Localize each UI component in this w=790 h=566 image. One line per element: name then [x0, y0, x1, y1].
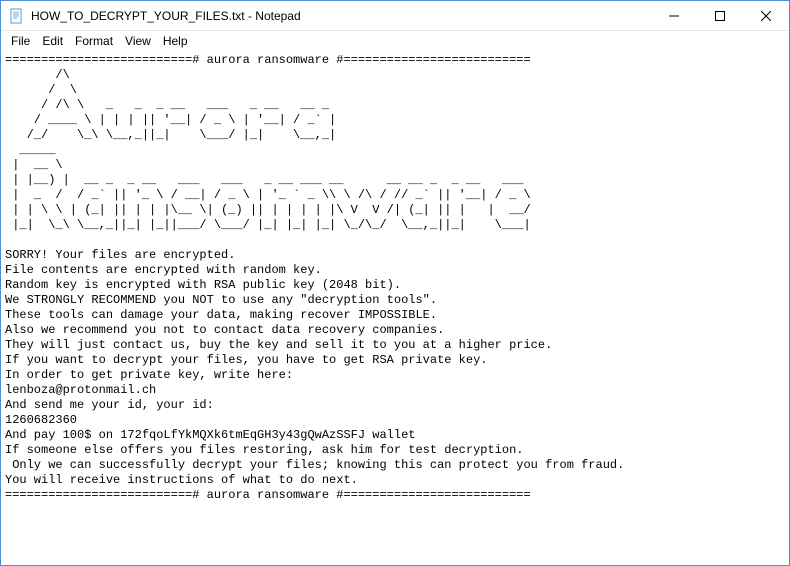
window-controls	[651, 1, 789, 30]
notepad-icon	[9, 8, 25, 24]
menu-help[interactable]: Help	[157, 32, 194, 50]
menu-view[interactable]: View	[119, 32, 157, 50]
minimize-button[interactable]	[651, 1, 697, 31]
close-button[interactable]	[743, 1, 789, 31]
text-content[interactable]: ==========================# aurora ranso…	[1, 51, 789, 565]
window-title: HOW_TO_DECRYPT_YOUR_FILES.txt - Notepad	[31, 9, 651, 23]
maximize-button[interactable]	[697, 1, 743, 31]
titlebar: HOW_TO_DECRYPT_YOUR_FILES.txt - Notepad	[1, 1, 789, 31]
menu-edit[interactable]: Edit	[36, 32, 69, 50]
menu-file[interactable]: File	[5, 32, 36, 50]
menu-format[interactable]: Format	[69, 32, 119, 50]
menubar: File Edit Format View Help	[1, 31, 789, 51]
